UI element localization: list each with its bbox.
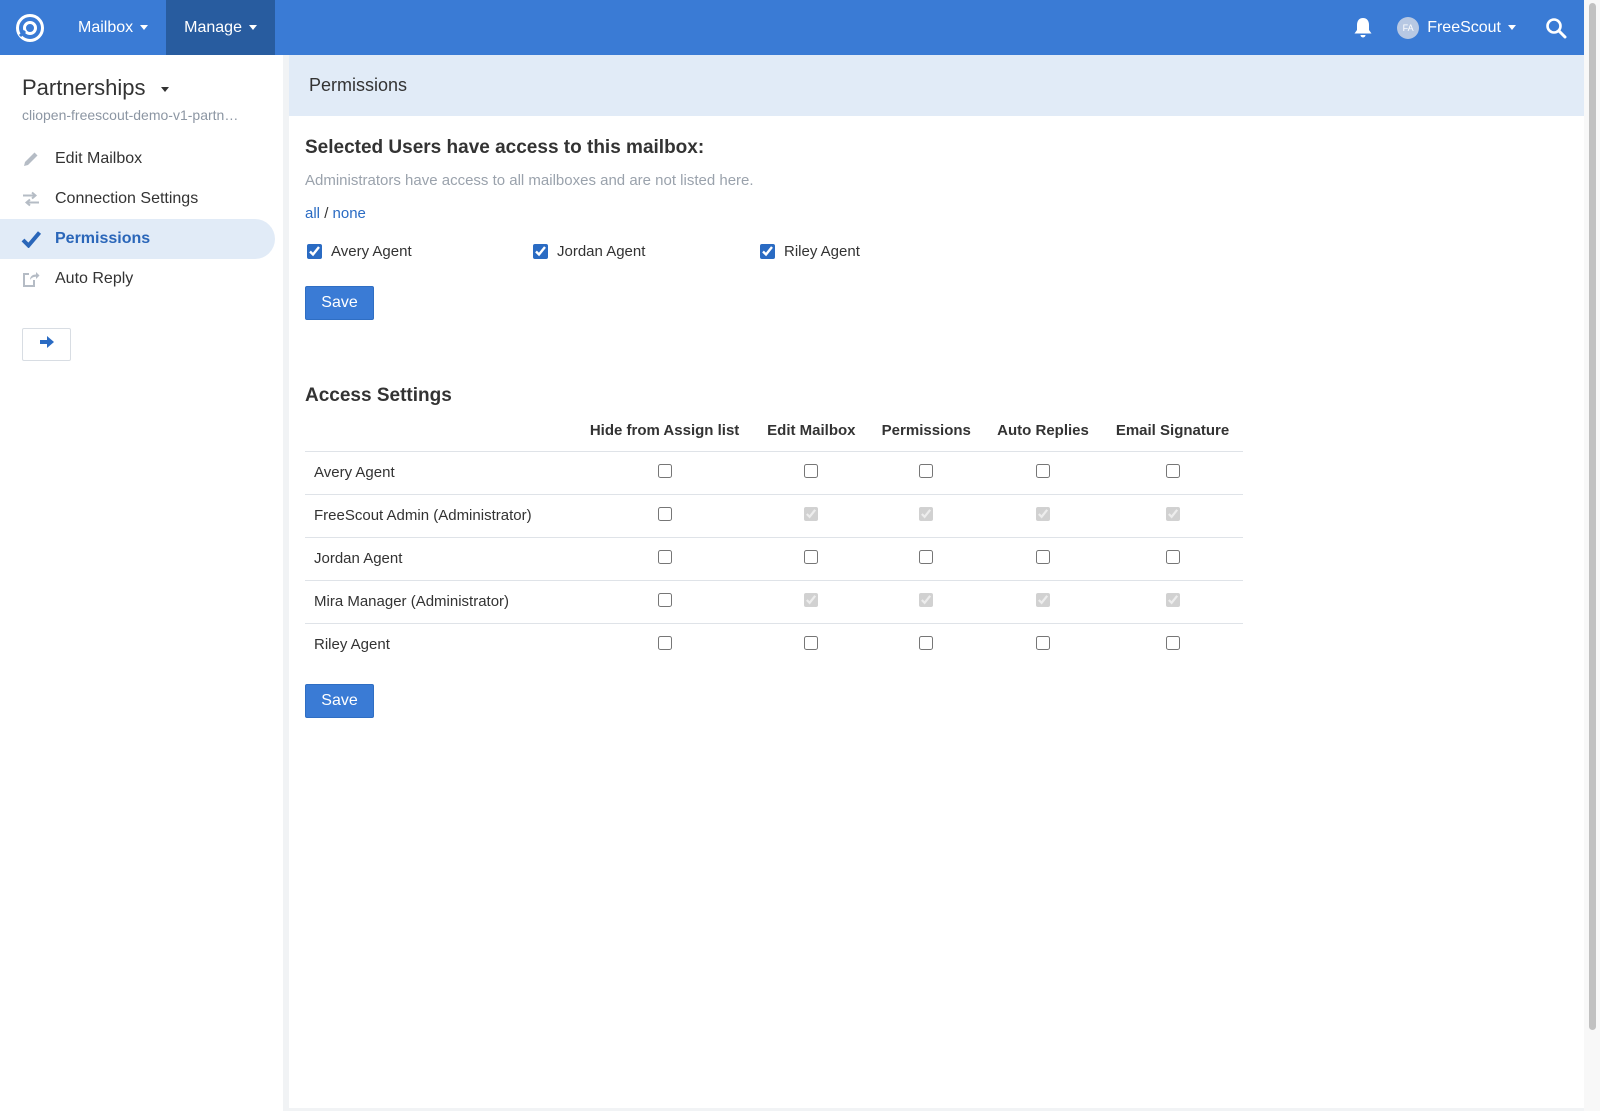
user-access-checkbox[interactable]: Riley Agent — [760, 243, 860, 260]
permissions-checkbox — [919, 592, 934, 607]
help-text: Administrators have access to all mailbo… — [305, 172, 754, 189]
table-row: FreeScout Admin (Administrator) — [305, 494, 1243, 538]
user-name-cell: Jordan Agent — [305, 537, 575, 581]
table-row: Mira Manager (Administrator) — [305, 580, 1243, 624]
select-none-link[interactable]: none — [333, 205, 366, 222]
auto-replies-checkbox — [1036, 506, 1051, 521]
select-all-none: all / none — [305, 205, 366, 222]
email-signature-checkbox — [1165, 592, 1180, 607]
user-access-label: Avery Agent — [331, 243, 412, 260]
user-name-cell: Avery Agent — [305, 451, 575, 495]
save-button[interactable]: Save — [305, 286, 374, 320]
nav-mailbox-label: Mailbox — [78, 18, 134, 36]
permissions-checkbox[interactable] — [919, 463, 934, 478]
auto-replies-checkbox[interactable] — [1036, 549, 1051, 564]
sidebar-item-label: Permissions — [55, 230, 151, 247]
sidebar-item-permissions[interactable]: Permissions — [0, 219, 275, 259]
page-title: Permissions — [289, 55, 1584, 116]
pencil-icon — [0, 150, 55, 168]
edit-mailbox-checkbox[interactable] — [804, 549, 819, 564]
edit-mailbox-checkbox[interactable] — [804, 635, 819, 650]
share-out-icon — [0, 270, 55, 288]
save-access-settings-button[interactable]: Save — [305, 684, 374, 718]
auto-replies-checkbox — [1036, 592, 1051, 607]
table-row: Riley Agent — [305, 623, 1243, 666]
permissions-checkbox[interactable] — [919, 635, 934, 650]
auto-replies-checkbox[interactable] — [1036, 463, 1051, 478]
user-access-label: Riley Agent — [784, 243, 860, 260]
table-header-row: Hide from Assign list Edit Mailbox Permi… — [305, 411, 1243, 452]
checkmark-icon — [0, 230, 55, 248]
user-name: FreeScout — [1427, 18, 1501, 36]
user-name-cell: Mira Manager (Administrator) — [305, 580, 575, 624]
exchange-arrows-icon — [0, 191, 55, 207]
nav-manage-menu[interactable]: Manage — [166, 0, 275, 55]
hide-from-assign-checkbox[interactable] — [657, 549, 672, 564]
user-name-cell: FreeScout Admin (Administrator) — [305, 494, 575, 538]
hide-from-assign-checkbox[interactable] — [657, 506, 672, 521]
access-settings-heading: Access Settings — [305, 385, 452, 406]
email-signature-checkbox[interactable] — [1165, 635, 1180, 650]
user-access-checkbox[interactable]: Jordan Agent — [533, 243, 645, 260]
collapse-sidebar-button[interactable] — [22, 328, 71, 361]
search-icon[interactable] — [1534, 0, 1578, 55]
sidebar-item-connection-settings[interactable]: Connection Settings — [0, 179, 275, 219]
sidebar-item-label: Auto Reply — [55, 270, 134, 287]
select-all-link[interactable]: all — [305, 205, 320, 222]
user-access-checkbox[interactable]: Avery Agent — [307, 243, 412, 260]
hide-from-assign-checkbox[interactable] — [657, 463, 672, 478]
sidebar: Partnerships cliopen-freescout-demo-v1-p… — [0, 55, 283, 1111]
permissions-checkbox — [919, 506, 934, 521]
table-row: Jordan Agent — [305, 537, 1243, 581]
email-signature-checkbox — [1165, 506, 1180, 521]
edit-mailbox-checkbox — [804, 506, 819, 521]
email-signature-checkbox[interactable] — [1165, 463, 1180, 478]
nav-mailbox-menu[interactable]: Mailbox — [60, 0, 166, 55]
column-header: Edit Mailbox — [754, 411, 869, 452]
column-header: Hide from Assign list — [575, 411, 755, 452]
chevron-down-icon — [140, 25, 149, 30]
permissions-checkbox[interactable] — [919, 549, 934, 564]
mailbox-name: Partnerships — [22, 75, 146, 100]
access-settings-table: Hide from Assign list Edit Mailbox Permi… — [305, 411, 1243, 666]
table-row: Avery Agent — [305, 451, 1243, 495]
main-panel: Permissions Selected Users have access t… — [289, 55, 1584, 1108]
column-header: Email Signature — [1102, 411, 1243, 452]
avatar: FA — [1397, 16, 1420, 39]
chevron-down-icon — [1508, 25, 1516, 30]
checkbox-avery-agent[interactable] — [307, 244, 322, 259]
chevron-down-icon — [160, 86, 169, 92]
name-column-header — [305, 411, 575, 452]
sidebar-item-edit-mailbox[interactable]: Edit Mailbox — [0, 139, 275, 179]
email-signature-checkbox[interactable] — [1165, 549, 1180, 564]
page-scrollbar[interactable] — [1584, 0, 1600, 1111]
sidebar-item-label: Edit Mailbox — [55, 150, 143, 167]
navbar-right: FA FreeScout — [1343, 0, 1584, 55]
column-header: Permissions — [868, 411, 984, 452]
nav-manage-label: Manage — [184, 18, 242, 36]
checkbox-riley-agent[interactable] — [760, 244, 775, 259]
separator: / — [324, 205, 329, 222]
freescout-logo-icon[interactable] — [0, 0, 60, 55]
column-header: Auto Replies — [984, 411, 1103, 452]
chevron-down-icon — [248, 25, 257, 30]
hide-from-assign-checkbox[interactable] — [657, 635, 672, 650]
bell-icon[interactable] — [1343, 0, 1383, 55]
sidebar-item-auto-reply[interactable]: Auto Reply — [0, 259, 275, 299]
user-name-cell: Riley Agent — [314, 636, 390, 654]
edit-mailbox-checkbox[interactable] — [804, 463, 819, 478]
mailbox-email: cliopen-freescout-demo-v1-partn… — [22, 107, 239, 123]
checkbox-jordan-agent[interactable] — [533, 244, 548, 259]
top-navbar: Mailbox Manage FA FreeScout — [0, 0, 1584, 55]
user-access-label: Jordan Agent — [557, 243, 646, 260]
arrow-right-icon — [39, 335, 55, 354]
user-menu[interactable]: FA FreeScout — [1397, 16, 1516, 39]
mailbox-switcher[interactable]: Partnerships — [22, 75, 169, 101]
auto-replies-checkbox[interactable] — [1036, 635, 1051, 650]
selected-users-heading: Selected Users have access to this mailb… — [305, 137, 705, 158]
sidebar-item-label: Connection Settings — [55, 190, 199, 207]
scrollbar-thumb[interactable] — [1589, 3, 1596, 1030]
edit-mailbox-checkbox — [804, 592, 819, 607]
hide-from-assign-checkbox[interactable] — [657, 592, 672, 607]
